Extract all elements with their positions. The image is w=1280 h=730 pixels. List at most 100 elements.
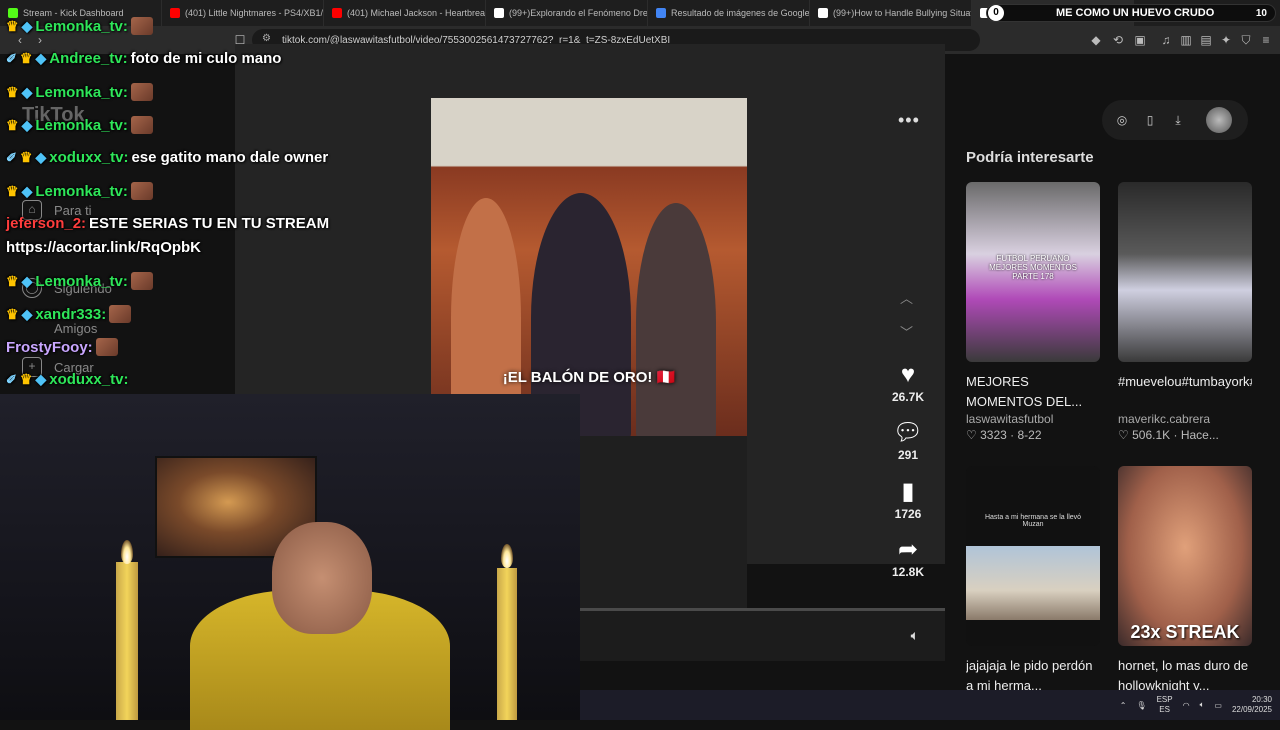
extension-icon[interactable]: ⟲ [1110, 32, 1126, 48]
extension-icon[interactable]: ▣ [1132, 32, 1148, 48]
tab-favicon-icon [170, 8, 180, 18]
browser-tab[interactable]: (99+)How to Handle Bullying Situat... [810, 0, 972, 26]
extension-icon[interactable]: ◆ [1088, 32, 1104, 48]
cube-badge-icon: ◆ [21, 116, 33, 133]
crown-badge-icon: ♛ [19, 149, 33, 165]
comment-button[interactable]: 💬︎ 291 [878, 418, 938, 462]
crown-badge-icon: ♛ [6, 116, 19, 133]
stream-badge: 0 [988, 5, 1004, 21]
chat-message: ✐ ♛ ◆ Andree_tv: foto de mi culo mano [6, 50, 281, 67]
suggestion-card[interactable]: Hasta a mi hermana se la llevó Muzan jaj… [966, 466, 1100, 696]
phone-icon[interactable]: ▯ [1142, 112, 1158, 128]
volume-icon[interactable]: 🔈︎ [1200, 700, 1205, 710]
cube-badge-icon: ◆ [21, 17, 33, 34]
clock[interactable]: 20:30 22/09/2025 [1232, 695, 1272, 715]
avatar[interactable] [1206, 107, 1232, 133]
cube-badge-icon: ◆ [35, 371, 47, 387]
thumbnail-overlay-text: FUTBOL PERUANO MEJORES MOMENTOS PARTE 17… [989, 254, 1077, 281]
wifi-icon[interactable]: ◠ [1183, 701, 1190, 710]
chat-text: foto de mi culo mano [130, 50, 282, 67]
chat-username[interactable]: Lemonka_tv: [35, 84, 128, 101]
suggestion-thumbnail: Hasta a mi hermana se la llevó Muzan [966, 466, 1100, 646]
sword-badge-icon: ✐ [6, 149, 17, 165]
crown-badge-icon: ♛ [6, 272, 19, 289]
share-count: 12.8K [891, 565, 925, 579]
site-info-icon[interactable]: ⚙ [262, 33, 271, 44]
language-indicator[interactable]: ESP ES [1157, 695, 1173, 715]
chat-message: jeferson_2: ESTE SERIAS TU EN TU STREAM [6, 215, 329, 232]
browser-tab[interactable]: Resultado de imágenes de Google [648, 0, 810, 26]
suggestion-card[interactable]: 23x STREAK hornet, lo mas duro de hollow… [1118, 466, 1252, 696]
chat-text: ese gatito mano dale owner [131, 149, 329, 166]
chat-username[interactable]: Lemonka_tv: [35, 183, 128, 200]
mic-icon[interactable]: 🎙︎ [1136, 701, 1146, 710]
chat-emote-icon [130, 182, 153, 200]
taskbar: ⌃ 🎙︎ ESP ES ◠ 🔈︎ ▭ 20:30 22/09/2025 [580, 690, 1280, 720]
streamer-face [272, 522, 372, 634]
shield-icon[interactable]: ⛉ [1238, 32, 1254, 48]
tab-label: (401) Little Nightmares - PS4/XB1/P... [185, 8, 324, 18]
chat-username[interactable]: Lemonka_tv: [35, 18, 128, 35]
chat-emote-icon [130, 83, 153, 101]
crown-badge-icon: ♛ [6, 182, 19, 199]
battery-icon[interactable]: ▭ [1214, 701, 1222, 710]
suggestions-title: Podría interesarte [966, 149, 1094, 166]
chat-emote-icon [130, 17, 153, 35]
chat-username[interactable]: xoduxx_tv: [49, 371, 128, 388]
suggestion-thumbnail: 23x STREAK [1118, 466, 1252, 646]
chat-username[interactable]: Andree_tv: [49, 50, 127, 67]
chat-username[interactable]: jeferson_2: [6, 215, 86, 232]
save-button[interactable]: ▮ 1726 [878, 477, 938, 521]
chevron-up-icon[interactable]: ⌃ [1120, 701, 1127, 710]
crown-badge-icon: ♛ [19, 50, 33, 66]
next-video-icon[interactable]: ﹀ [900, 322, 913, 341]
download-icon[interactable]: ⤓ [1170, 112, 1186, 128]
wallet-icon[interactable]: ▤ [1198, 32, 1214, 48]
coin-icon[interactable]: ◎ [1114, 112, 1130, 128]
cube-badge-icon: ◆ [35, 149, 47, 165]
sword-badge-icon: ✐ [6, 50, 17, 66]
share-icon: ➦ [897, 536, 919, 563]
candle [116, 562, 138, 720]
thumbnail-overlay-text: Hasta a mi hermana se la llevó Muzan [984, 514, 1082, 528]
browser-tab[interactable]: (401) Michael Jackson - Heartbreak ... [324, 0, 486, 26]
chat-username[interactable]: Lemonka_tv: [35, 117, 128, 134]
chat-username[interactable]: xandr333: [35, 306, 106, 323]
suggestion-title: MEJORES MOMENTOS DEL... [966, 374, 1083, 409]
stream-title-overlay: 0 ME COMO UN HUEVO CRUDO 10 [986, 4, 1276, 22]
suggestion-card[interactable]: FUTBOL PERUANO MEJORES MOMENTOS PARTE 17… [966, 182, 1100, 442]
sidebar-icon[interactable]: ▥ [1178, 32, 1194, 48]
chat-message: ♛ ◆ Lemonka_tv: [6, 272, 153, 290]
chat-message: https://acortar.link/RqOpbK [6, 239, 201, 256]
browser-tab[interactable]: (99+)Explorando el Fenómeno Dre... [486, 0, 648, 26]
chat-message: ♛ ◆ Lemonka_tv: [6, 116, 153, 134]
sword-badge-icon: ✐ [6, 371, 17, 387]
comment-icon: 💬︎ [892, 419, 924, 446]
top-actions-bar: ◎ ▯ ⤓ [1102, 100, 1248, 140]
suggestion-title: #muevelou#tumbayork#fyp#paraty [1118, 374, 1252, 389]
ai-icon[interactable]: ✦ [1218, 32, 1234, 48]
previous-video-icon[interactable]: ︿ [900, 288, 913, 307]
chat-emote-icon [130, 272, 153, 290]
more-options-icon[interactable]: ••• [898, 110, 920, 131]
bookmark-icon: ▮ [901, 478, 915, 505]
volume-icon[interactable]: 🔈︎ [911, 627, 919, 644]
browser-tab[interactable]: (401) Little Nightmares - PS4/XB1/P... [162, 0, 324, 26]
suggestion-card[interactable]: #muevelou#tumbayork#fyp#paraty maverikc.… [1118, 182, 1252, 442]
suggestion-thumbnail: FUTBOL PERUANO MEJORES MOMENTOS PARTE 17… [966, 182, 1100, 362]
menu-icon[interactable]: ≡ [1258, 32, 1274, 48]
share-button[interactable]: ➦ 12.8K [878, 535, 938, 579]
music-icon[interactable]: ♫ [1158, 32, 1174, 48]
like-count: 26.7K [891, 390, 925, 404]
tab-label: (401) Michael Jackson - Heartbreak ... [347, 8, 486, 18]
chat-username[interactable]: FrostyFooy: [6, 339, 93, 356]
chat-username[interactable]: xoduxx_tv: [49, 149, 128, 166]
heart-icon: ♡ [966, 428, 981, 442]
chat-emote-icon [130, 116, 153, 134]
chat-username[interactable]: Lemonka_tv: [35, 273, 128, 290]
save-count: 1726 [894, 507, 922, 521]
chat-message: FrostyFooy: [6, 338, 118, 356]
cube-badge-icon: ◆ [21, 272, 33, 289]
cube-badge-icon: ◆ [35, 50, 47, 66]
like-button[interactable]: ♥ 26.7K [878, 360, 938, 404]
